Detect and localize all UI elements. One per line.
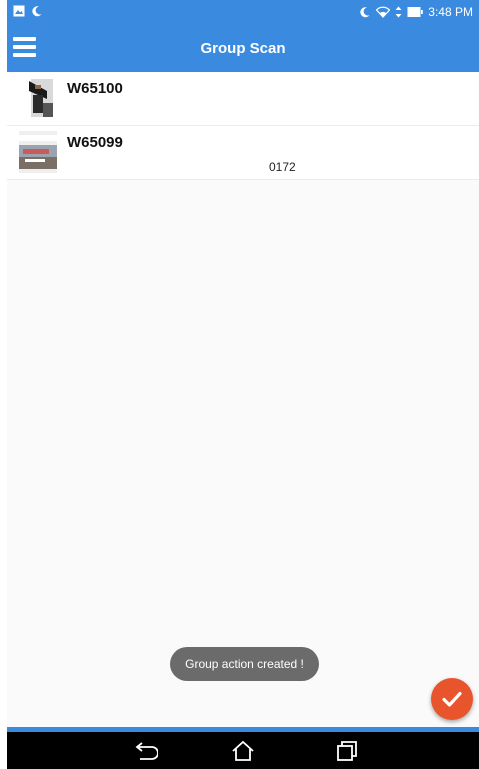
status-right-icons: 3:48 PM — [359, 4, 473, 20]
battery-icon — [407, 7, 424, 17]
confirm-fab-button[interactable] — [431, 678, 473, 720]
item-thumbnail — [19, 131, 57, 173]
item-subtitle: 0172 — [269, 160, 296, 174]
check-icon — [442, 691, 462, 707]
status-left-icons — [13, 5, 43, 17]
data-arrows-icon — [395, 6, 402, 18]
home-icon[interactable] — [230, 739, 256, 763]
item-title: W65100 — [67, 80, 123, 97]
toast-message: Group action created ! — [170, 647, 319, 681]
navigation-bar — [7, 732, 479, 769]
back-icon[interactable] — [132, 739, 159, 763]
recent-apps-icon[interactable] — [334, 739, 360, 763]
gallery-icon — [13, 5, 25, 17]
status-time: 3:48 PM — [428, 5, 473, 19]
wifi-icon — [376, 6, 391, 18]
item-title: W65099 — [67, 134, 123, 151]
scan-list: W65100 W65099 0172 — [7, 72, 479, 180]
list-item[interactable]: W65099 0172 — [7, 126, 479, 180]
device-screen: 3:48 PM Group Scan W65100 W65099 0172 Gr… — [7, 0, 479, 769]
item-thumbnail — [19, 77, 57, 119]
status-bar: 3:48 PM — [7, 0, 479, 26]
app-bar: Group Scan — [7, 26, 479, 72]
list-item[interactable]: W65100 — [7, 72, 479, 126]
page-title: Group Scan — [200, 40, 286, 57]
moon-icon — [32, 6, 42, 17]
moon-icon — [360, 7, 370, 18]
